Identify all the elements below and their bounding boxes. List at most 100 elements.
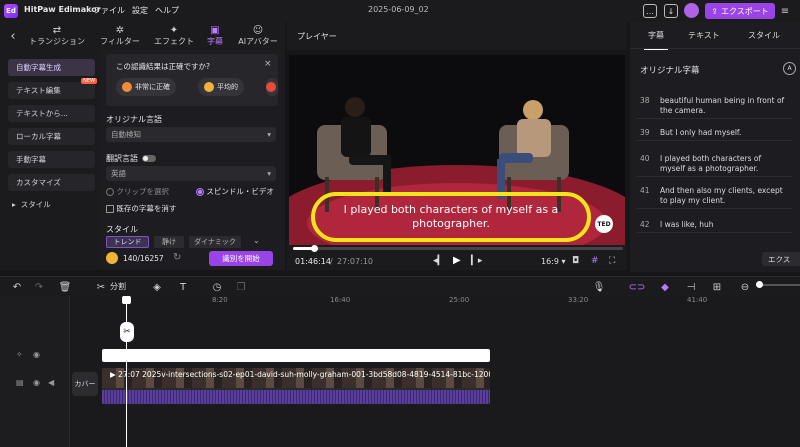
scissor-icon[interactable]: ✂: [120, 322, 134, 342]
divider: [630, 48, 800, 49]
video-preview[interactable]: I played both characters of myself as a …: [289, 55, 625, 245]
tab-subtitles[interactable]: 字幕: [644, 30, 668, 50]
zoom-out-icon[interactable]: ⊖: [738, 280, 752, 294]
video-track-clip[interactable]: ▶ 27:07 2025v-intersections-s02-ep01-dav…: [102, 368, 490, 404]
nav-label: テキストから...: [16, 109, 68, 118]
subtitle-track-clip[interactable]: [102, 349, 490, 362]
grid-icon[interactable]: #: [591, 256, 599, 266]
film-icon[interactable]: ▤: [16, 378, 24, 387]
camera-icon[interactable]: ◘: [572, 256, 579, 266]
progress-track[interactable]: [293, 247, 623, 250]
playhead-handle[interactable]: [122, 296, 131, 304]
tab-label: トランジション: [29, 37, 85, 46]
style-tab-quiet[interactable]: 静け: [154, 236, 184, 248]
export-subtitle-button[interactable]: エクス: [762, 252, 800, 266]
menu-file[interactable]: ファイル: [93, 5, 125, 16]
subtitle-row[interactable]: 42 I was like, huh: [636, 218, 792, 233]
aspect-ratio-select[interactable]: 16:9 ▾: [541, 257, 566, 266]
play-icon: ▶: [110, 370, 119, 379]
delete-icon[interactable]: 🗑: [58, 280, 72, 294]
subtitle-row[interactable]: 41 And then also my clients, except to pl…: [636, 184, 792, 209]
tab-style[interactable]: スタイル: [748, 30, 780, 41]
time-ruler[interactable]: 8:20 16:40 25:00 33:20 41:40: [70, 296, 800, 310]
menu-help[interactable]: ヘルプ: [155, 5, 179, 16]
tab-label: エフェクト: [154, 37, 194, 46]
nav-label: 手動字幕: [16, 155, 46, 164]
subtitle-row[interactable]: 40 I played both characters of myself as …: [636, 152, 792, 177]
nav-customize[interactable]: カスタマイズ: [8, 174, 95, 191]
effect-icon: ✦: [169, 25, 179, 36]
export-button[interactable]: ⇪ エクスポート: [705, 3, 775, 19]
style-tab-trend[interactable]: トレンド: [106, 236, 149, 248]
tab-effect[interactable]: ✦ エフェクト: [150, 22, 198, 50]
radio-spindle-video[interactable]: スピンドル・ビデオ: [196, 186, 274, 197]
volume-icon[interactable]: ◀: [48, 378, 54, 387]
nav-text-from[interactable]: テキストから...: [8, 105, 95, 122]
subtitle-row[interactable]: 38 beautiful human being in front of the …: [636, 94, 792, 119]
text-icon[interactable]: T: [176, 280, 190, 294]
player-header: プレイヤー: [287, 22, 627, 50]
microphone-icon[interactable]: 🎙: [592, 280, 606, 294]
nav-style[interactable]: ▸ スタイル: [8, 196, 95, 213]
radio-label: スピンドル・ビデオ: [206, 187, 274, 196]
magic-icon[interactable]: ✧: [16, 350, 23, 359]
tab-ai-avatar[interactable]: ☺ AIアバター: [232, 22, 284, 50]
detach-icon[interactable]: ⊣: [684, 280, 698, 294]
menu-settings[interactable]: 設定: [132, 5, 148, 16]
start-recognition-button[interactable]: 識別を開始: [209, 251, 273, 266]
original-language-label: オリジナル言語: [106, 115, 162, 124]
transition-icon: ⇄: [52, 25, 62, 36]
chevron-down-icon[interactable]: ⌄: [253, 236, 260, 245]
snap-icon[interactable]: ◆: [658, 280, 672, 294]
tab-transition[interactable]: ⇄ トランジション: [24, 22, 90, 50]
download-icon[interactable]: ↓: [664, 4, 678, 18]
fit-icon[interactable]: ⊞: [710, 280, 724, 294]
tab-text[interactable]: テキスト: [688, 30, 720, 41]
undo-icon[interactable]: ↶: [10, 280, 24, 294]
original-language-select[interactable]: 自動検知 ▾: [106, 127, 276, 142]
shield-icon[interactable]: ◈: [150, 280, 164, 294]
tab-subtitle[interactable]: ▣ 字幕: [200, 22, 230, 50]
layers-icon[interactable]: ❐: [234, 280, 248, 294]
timer-icon[interactable]: ◷: [210, 280, 224, 294]
survey-option-very-accurate[interactable]: 非常に正確: [116, 78, 176, 96]
nav-local-subtitle[interactable]: ローカル字幕: [8, 128, 95, 145]
split-icon[interactable]: ✂: [94, 280, 108, 294]
redo-icon[interactable]: ↷: [32, 280, 46, 294]
back-button[interactable]: ‹: [6, 22, 20, 50]
refresh-icon[interactable]: ↻: [173, 252, 181, 263]
progress-knob[interactable]: [311, 245, 318, 252]
clear-existing-checkbox[interactable]: 既存の字幕を消す: [106, 203, 176, 214]
feedback-icon[interactable]: …: [643, 4, 657, 18]
tick-label: 8:20: [212, 296, 228, 304]
translation-toggle[interactable]: [142, 155, 156, 162]
prev-frame-icon[interactable]: ◂▎: [433, 256, 444, 266]
subtitle-row[interactable]: 39 But I only had myself.: [636, 126, 792, 141]
link-icon[interactable]: ⊂⊃: [629, 280, 646, 294]
play-icon[interactable]: ▶: [453, 255, 461, 266]
style-tab-dynamic[interactable]: ダイナミック: [189, 236, 241, 248]
eye-icon[interactable]: ◉: [33, 378, 40, 387]
survey-option-average[interactable]: 平均的: [198, 78, 244, 96]
nav-auto-subtitle[interactable]: 自動字幕生成: [8, 59, 95, 76]
survey-option-more[interactable]: [266, 78, 278, 96]
eye-icon[interactable]: ◉: [33, 350, 40, 359]
close-icon[interactable]: ×: [264, 59, 272, 69]
nav-label: スタイル: [20, 200, 51, 209]
more-icon[interactable]: ≡: [778, 4, 792, 18]
tab-filter[interactable]: ✲ フィルター: [96, 22, 144, 50]
accuracy-survey: この認識結果は正確ですか? × 非常に正確 平均的: [106, 54, 278, 106]
translate-icon[interactable]: A: [783, 62, 796, 75]
cover-button[interactable]: カバー: [72, 372, 98, 396]
split-label[interactable]: 分割: [110, 281, 126, 292]
fullscreen-icon[interactable]: ⛶: [609, 256, 615, 266]
zoom-knob[interactable]: [756, 281, 763, 288]
nav-manual-subtitle[interactable]: 手動字幕: [8, 151, 95, 168]
next-frame-icon[interactable]: ▎▸: [471, 256, 482, 266]
nav-text-edit[interactable]: テキスト編集 NEW: [8, 78, 97, 99]
playhead[interactable]: [126, 298, 127, 447]
radio-select-clip[interactable]: クリップを選択: [106, 186, 169, 197]
translation-language-select[interactable]: 英語 ▾: [106, 166, 276, 181]
avatar[interactable]: [684, 3, 699, 18]
subtitle-overlay[interactable]: I played both characters of myself as a …: [311, 192, 591, 242]
